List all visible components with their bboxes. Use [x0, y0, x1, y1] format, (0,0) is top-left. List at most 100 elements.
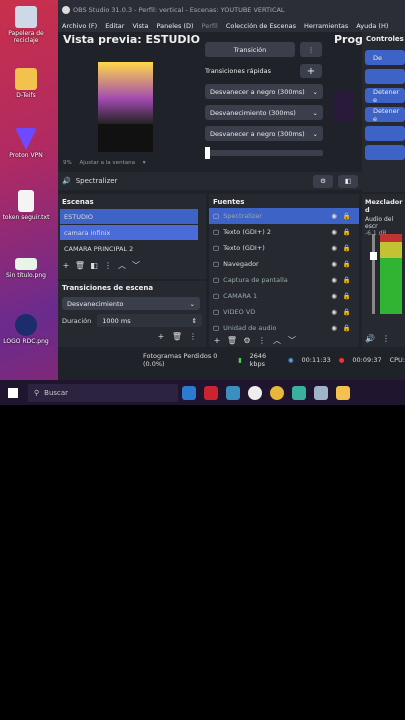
source-properties-button[interactable]: ⚙	[313, 174, 333, 188]
settings-app-icon[interactable]	[226, 385, 240, 400]
menu-icon[interactable]: ⋮	[257, 335, 267, 345]
t-bar-slider[interactable]	[205, 147, 323, 159]
source-item[interactable]: ▢ Unidad de audio ◉ 🔒	[209, 320, 359, 336]
app-icon[interactable]	[292, 385, 306, 400]
desktop-icon-folder[interactable]: D-Teifs	[2, 68, 50, 99]
folder-icon	[15, 68, 37, 90]
window-title: OBS Studio 31.0.3 - Perfil: vertical - E…	[73, 6, 285, 14]
menu-item[interactable]: Colección de Escenas	[226, 22, 296, 30]
eye-icon[interactable]: ◉	[331, 212, 337, 220]
trash-icon[interactable]: 🗑	[75, 260, 85, 270]
mute-speaker-icon[interactable]: 🔊	[365, 333, 375, 343]
lock-icon[interactable]: 🔒	[343, 228, 351, 236]
scene-item[interactable]: camara infinix	[60, 225, 198, 240]
source-item[interactable]: ▢ Captura de pantalla ◉ 🔒	[209, 272, 359, 288]
move-up-icon[interactable]: ︿	[117, 260, 127, 270]
windows-start-icon[interactable]	[8, 387, 18, 398]
source-item[interactable]: ▢ Texto (GDI+) 2 ◉ 🔒	[209, 224, 359, 240]
file-explorer-icon[interactable]	[336, 385, 350, 400]
control-button[interactable]: Detener e	[365, 107, 405, 123]
lock-icon[interactable]: 🔒	[343, 244, 351, 252]
lock-icon[interactable]: 🔒	[343, 324, 351, 332]
menu-item[interactable]: Vista	[132, 22, 148, 30]
control-button[interactable]	[365, 126, 405, 141]
add-icon[interactable]: +	[212, 335, 222, 345]
volume-slider-handle[interactable]	[370, 252, 377, 260]
quick-transition-dropdown[interactable]: Desvanecer a negro (300ms) ⌄	[205, 126, 323, 141]
scene-item[interactable]: CAMARA PRINCIPAL 2	[60, 241, 198, 256]
desktop-icon-text-file[interactable]: token seguir.txt	[2, 190, 50, 221]
eye-icon[interactable]: ◉	[331, 260, 337, 268]
add-icon[interactable]: +	[156, 331, 166, 341]
move-down-icon[interactable]: ﹀	[131, 260, 141, 270]
gear-icon[interactable]: ⚙	[242, 335, 252, 345]
trash-icon[interactable]: 🗑	[227, 335, 237, 345]
volume-slider[interactable]	[370, 234, 377, 314]
eye-icon[interactable]: ◉	[331, 292, 337, 300]
app-icon[interactable]	[314, 385, 328, 400]
source-label: Captura de pantalla	[223, 276, 288, 284]
source-item[interactable]: ▢ VIDEO VD ◉ 🔒	[209, 304, 359, 320]
desktop-icon-recycle-bin[interactable]: Papelera de reciclaje	[2, 6, 50, 44]
lock-icon[interactable]: 🔒	[343, 260, 351, 268]
red-app-icon[interactable]	[204, 385, 218, 400]
source-label: CAMARA 1	[223, 292, 258, 300]
source-toolbar: 🔊 Spectralizer ⚙ ◧	[58, 172, 362, 190]
control-button[interactable]: Detener e	[365, 88, 405, 104]
source-label: Navegador	[223, 260, 259, 268]
source-type-icon: ▢	[213, 212, 220, 220]
control-button[interactable]	[365, 69, 405, 84]
lock-icon[interactable]: 🔒	[343, 292, 351, 300]
transition-menu-button[interactable]: ⋮	[300, 42, 322, 57]
zoom-control[interactable]: 9% Ajustar a la ventana ▾	[63, 160, 145, 166]
quick-transition-dropdown[interactable]: Desvanecer a negro (300ms) ⌄	[205, 84, 323, 99]
vscode-icon[interactable]	[182, 385, 196, 400]
duration-label: Duración	[62, 316, 92, 325]
menu-item[interactable]: Herramientas	[304, 22, 348, 30]
menu-item[interactable]: Ayuda (H)	[356, 22, 388, 30]
source-item[interactable]: ▢ CAMARA 1 ◉ 🔒	[209, 288, 359, 304]
control-button[interactable]: De	[365, 50, 405, 65]
trash-icon[interactable]: 🗑	[172, 331, 182, 341]
menu-item[interactable]: Editar	[105, 22, 124, 30]
move-down-icon[interactable]: ﹀	[287, 335, 297, 345]
transition-type-dropdown[interactable]: Desvanecimiento ⌄	[62, 297, 200, 310]
scene-item[interactable]: ESTUDIO	[60, 209, 198, 224]
source-item[interactable]: ▢ Spectralizer ◉ 🔒	[209, 208, 359, 224]
menu-icon[interactable]: ⋮	[188, 331, 198, 341]
quick-transition-dropdown[interactable]: Desvanecimiento (300ms) ⌄	[205, 105, 323, 120]
lock-icon[interactable]: 🔒	[343, 212, 351, 220]
source-type-icon: ▢	[213, 244, 220, 252]
duration-spinbox[interactable]: 1000 ms ⇕	[97, 314, 202, 327]
lock-icon[interactable]: 🔒	[343, 308, 351, 316]
taskbar-search[interactable]: ⚲ Buscar	[28, 383, 178, 402]
chrome-icon[interactable]	[270, 385, 284, 400]
source-item[interactable]: ▢ Navegador ◉ 🔒	[209, 256, 359, 272]
move-up-icon[interactable]: ︿	[272, 335, 282, 345]
eye-icon[interactable]: ◉	[331, 276, 337, 284]
preview-canvas[interactable]	[98, 62, 153, 124]
eye-icon[interactable]: ◉	[331, 324, 337, 332]
desktop-icon-image[interactable]: Sin título.png	[2, 258, 50, 279]
add-icon[interactable]: +	[61, 260, 71, 270]
desktop-icon-logo[interactable]: LOGO RDC.png	[2, 314, 50, 345]
control-button[interactable]	[365, 145, 405, 160]
source-filters-button[interactable]: ◧	[338, 174, 358, 188]
desktop-icon-protonvpn[interactable]: Proton VPN	[2, 128, 50, 159]
source-item[interactable]: ▢ Texto (GDI+) ◉ 🔒	[209, 240, 359, 256]
eye-icon[interactable]: ◉	[331, 228, 337, 236]
scene-filters-icon[interactable]: ◧	[89, 260, 99, 270]
menu-item[interactable]: Archivo (F)	[62, 22, 97, 30]
obs-taskbar-icon[interactable]	[248, 385, 262, 400]
chevron-down-icon: ⌄	[312, 108, 318, 117]
menu-icon[interactable]: ⋮	[381, 333, 391, 343]
menu-item[interactable]: Perfil	[202, 22, 218, 30]
t-bar-handle[interactable]	[205, 147, 210, 159]
add-quick-transition-button[interactable]: +	[300, 64, 322, 78]
lock-icon[interactable]: 🔒	[343, 276, 351, 284]
scene-menu-icon[interactable]: ⋮	[103, 260, 113, 270]
eye-icon[interactable]: ◉	[331, 244, 337, 252]
menu-item[interactable]: Paneles (D)	[156, 22, 193, 30]
eye-icon[interactable]: ◉	[331, 308, 337, 316]
transition-button[interactable]: Transición	[205, 42, 295, 57]
